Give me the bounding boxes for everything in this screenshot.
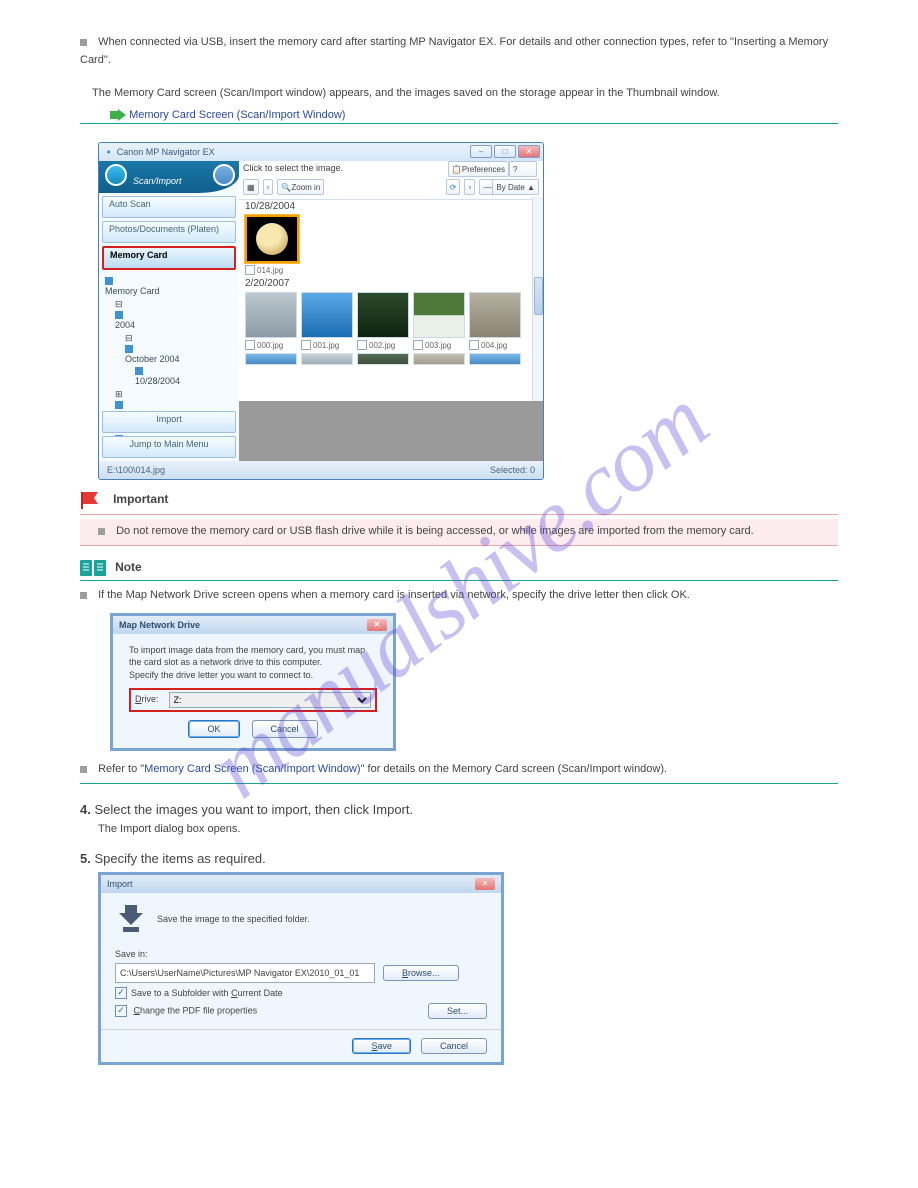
dialog-body-text: To import image data from the memory car…: [129, 644, 377, 682]
step4-number: 4.: [80, 802, 91, 817]
scan-import-label: Scan/Import: [133, 176, 182, 186]
close-button[interactable]: ✕: [518, 145, 540, 158]
set-button[interactable]: Set...: [428, 1003, 487, 1019]
help-button[interactable]: ?: [509, 161, 537, 177]
important-heading: Important: [113, 492, 168, 506]
drive-row-highlighted: Drive: Z:: [129, 688, 377, 712]
subfolder-checkbox[interactable]: ✓: [115, 987, 127, 999]
save-in-label: Save in:: [115, 949, 487, 959]
toolbar: Click to select the image. ▦ ▫ 🔍 Zoom in…: [239, 161, 543, 200]
divider-green-note: [80, 580, 838, 581]
refresh-icon[interactable]: ⟳: [446, 179, 461, 195]
thumbnail-000[interactable]: 000.jpg: [245, 292, 295, 350]
scan-import-header: Scan/Import: [99, 161, 239, 193]
bullet-icon: [98, 528, 105, 535]
step5-text: Specify the items as required.: [94, 851, 265, 866]
thumbnail-001[interactable]: 001.jpg: [301, 292, 351, 350]
intro-text: When connected via USB, insert the memor…: [80, 36, 828, 66]
map-network-drive-dialog: Map Network Drive ✕ To import image data…: [110, 613, 396, 751]
memory-card-screen-link[interactable]: Memory Card Screen (Scan/Import Window): [129, 109, 345, 121]
bullet-icon: [80, 39, 87, 46]
preview-area-empty: [239, 401, 543, 461]
pdf-properties-label: Change the PDF file properties: [134, 1005, 258, 1015]
save-button[interactable]: Save: [352, 1038, 411, 1054]
thumbnail-selected[interactable]: 014.jpg: [245, 215, 295, 275]
window-title: 🔹 Canon MP Navigator EX: [103, 147, 215, 158]
divider-green: [80, 123, 838, 124]
cancel-button[interactable]: Cancel: [421, 1038, 487, 1054]
important-flag-icon: [80, 490, 104, 510]
memory-card-tab[interactable]: Memory Card: [102, 246, 236, 270]
date-header-2: 2/20/2007: [245, 278, 527, 289]
screen-opens-line: The Memory Card screen (Scan/Import wind…: [92, 87, 838, 99]
status-selected: Selected: 0: [490, 465, 535, 475]
thumb-small-icon[interactable]: ▫: [464, 179, 475, 195]
subfolder-label: Save to a Subfolder with Current Date: [131, 988, 283, 998]
import-button[interactable]: Import: [102, 411, 236, 433]
cancel-button[interactable]: Cancel: [252, 720, 318, 739]
auto-scan-tab[interactable]: Auto Scan: [102, 196, 236, 218]
important-text: Do not remove the memory card or USB fla…: [116, 525, 754, 537]
sort-dropdown[interactable]: By Date ▲: [492, 179, 539, 195]
status-bar: E:\100\014.jpg Selected: 0: [99, 461, 543, 479]
select-all-icon[interactable]: ▦: [243, 179, 259, 195]
calendar-icon[interactable]: [213, 164, 235, 186]
preferences-button[interactable]: 📋 Preferences: [448, 161, 509, 177]
important-band: Do not remove the memory card or USB fla…: [80, 519, 838, 546]
close-icon[interactable]: ✕: [367, 619, 387, 631]
step5-number: 5.: [80, 851, 91, 866]
minimize-button[interactable]: –: [470, 145, 492, 158]
step4-text: Select the images you want to import, th…: [94, 802, 413, 817]
memory-card-screen-link-2[interactable]: Memory Card Screen (Scan/Import Window): [144, 763, 360, 775]
drive-select[interactable]: Z:: [169, 692, 371, 708]
note-text-b-post: " for details on the Memory Card screen …: [361, 763, 668, 775]
divider-red-top: [80, 514, 838, 515]
dialog-title: Map Network Drive: [119, 620, 200, 630]
arrow-right-icon: [110, 109, 126, 121]
import-detail: Save the image to the specified folder.: [157, 914, 310, 924]
intro-paragraph: When connected via USB, insert the memor…: [80, 34, 838, 69]
divider-green-end-note: [80, 783, 838, 784]
status-path: E:\100\014.jpg: [107, 465, 165, 475]
mp-navigator-screenshot: 🔹 Canon MP Navigator EX – □ ✕ Scan/Impor…: [98, 142, 544, 480]
bullet-icon: [80, 766, 87, 773]
photos-documents-tab[interactable]: Photos/Documents (Platen): [102, 221, 236, 243]
note-heading: Note: [115, 560, 142, 574]
drive-label: Drive:: [135, 693, 159, 706]
note-book-icon: [80, 558, 106, 578]
thumbnail-002[interactable]: 002.jpg: [357, 292, 407, 350]
ok-button[interactable]: OK: [188, 720, 239, 739]
jump-main-menu-button[interactable]: Jump to Main Menu: [102, 436, 236, 458]
moon-photo: [256, 223, 288, 255]
import-arrow-icon: [115, 903, 147, 935]
deselect-icon[interactable]: ▫: [263, 179, 274, 195]
import-dialog: Import ✕ Save the image to the specified…: [98, 872, 504, 1065]
save-in-path[interactable]: C:\Users\UserName\Pictures\MP Navigator …: [115, 963, 375, 983]
date-header-1: 10/28/2004: [245, 201, 527, 212]
folder-icon: [105, 277, 113, 285]
scanner-icon: [105, 164, 127, 186]
thumbnail-003[interactable]: 003.jpg: [413, 292, 463, 350]
maximize-button[interactable]: □: [494, 145, 516, 158]
thumbnail-004[interactable]: 004.jpg: [469, 292, 519, 350]
note-text-b-pre: Refer to ": [98, 763, 144, 775]
zoom-in-button[interactable]: 🔍 Zoom in: [277, 179, 324, 195]
import-title: Import: [107, 879, 133, 889]
close-icon[interactable]: ✕: [475, 878, 495, 890]
bullet-icon: [80, 592, 87, 599]
step4-aftertext: The Import dialog box opens.: [98, 823, 838, 835]
note-text-a: If the Map Network Drive screen opens wh…: [98, 589, 690, 601]
browse-button[interactable]: Browse...: [383, 965, 459, 981]
pdf-properties-checkbox[interactable]: ✓: [115, 1005, 127, 1017]
